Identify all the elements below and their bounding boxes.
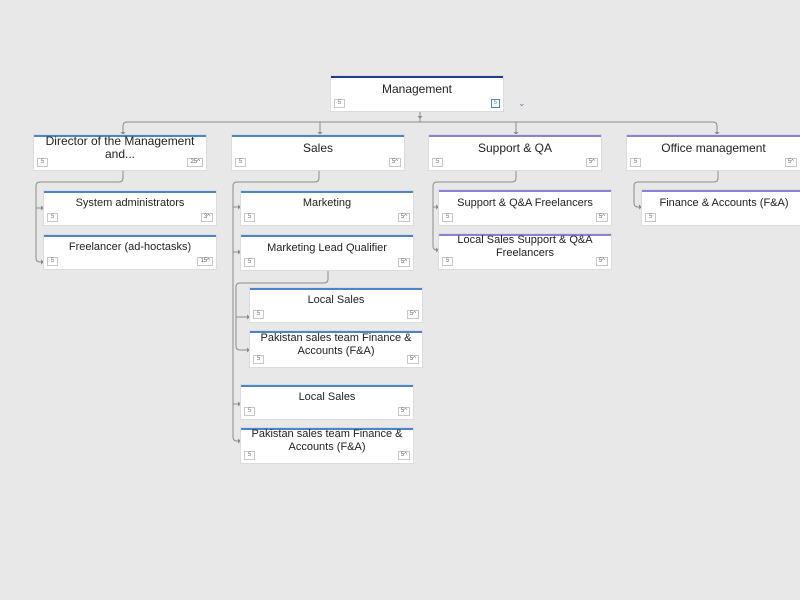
node-title: Support & QA (477, 140, 553, 155)
node-count-badge: 5 (244, 213, 255, 222)
node-count-badge: 5 (442, 257, 453, 266)
chevron-up-icon: ^ (197, 159, 200, 165)
node-count-badge: 5 (47, 213, 58, 222)
node-total-badge: 5 (490, 99, 500, 108)
node-count-badge: 5 (47, 257, 58, 266)
node-count-badge: 5 (235, 158, 246, 167)
org-node-support-qa-freelancers[interactable]: Support & Q&A Freelancers 5 5^ (439, 190, 611, 225)
org-node-pakistan-sales-team[interactable]: Pakistan sales team Finance & Accounts (… (241, 428, 413, 463)
chevron-up-icon: ^ (413, 311, 416, 317)
node-title: Local Sales (307, 294, 365, 306)
node-count-badge: 5 (442, 213, 453, 222)
node-total-badge[interactable]: 5^ (595, 213, 608, 222)
node-total-badge[interactable]: 3^ (200, 213, 213, 222)
node-total-badge[interactable]: 5^ (784, 158, 797, 167)
chevron-up-icon: ^ (404, 452, 407, 458)
node-title: Marketing Lead Qualifier (267, 241, 387, 254)
node-title: Pakistan sales team Finance & Accounts (… (251, 428, 403, 453)
chevron-down-icon[interactable]: ⌄ (518, 98, 526, 108)
chevron-up-icon: ^ (602, 214, 605, 220)
chevron-up-icon: ^ (413, 356, 416, 362)
chevron-up-icon: ^ (592, 159, 595, 165)
node-total-badge[interactable]: 5^ (595, 257, 608, 266)
node-count-badge: 5 (432, 158, 443, 167)
node-count-badge: 5 (334, 99, 345, 108)
org-node-local-sales-support-qa-freelancers[interactable]: Local Sales Support & Q&A Freelancers 5 … (439, 234, 611, 269)
node-total-badge[interactable]: 5^ (388, 158, 401, 167)
node-total-badge[interactable]: 5^ (397, 407, 410, 416)
node-total-badge[interactable]: 5^ (406, 355, 419, 364)
org-node-director[interactable]: Director of the Management and... 5 25^ (34, 135, 206, 170)
chevron-up-icon: ^ (404, 214, 407, 220)
node-title: Finance & Accounts (F&A) (659, 196, 789, 209)
node-count-badge: 5 (244, 258, 255, 267)
node-title: Freelancer (ad-hoctasks) (68, 241, 192, 253)
org-node-local-sales[interactable]: Local Sales 5 5^ (250, 288, 422, 322)
node-count-badge: 5 (244, 451, 255, 460)
node-title: Local Sales (298, 391, 356, 403)
node-title: Management (381, 81, 453, 96)
org-node-finance-accounts[interactable]: Finance & Accounts (F&A) 5 (642, 190, 800, 225)
node-title: Director of the Management and... (45, 134, 195, 161)
chevron-up-icon: ^ (207, 214, 210, 220)
node-total-badge[interactable]: 5^ (397, 451, 410, 460)
node-total-badge[interactable]: 5^ (406, 310, 419, 319)
org-node-office-management[interactable]: Office management 5 5^ (627, 135, 800, 170)
node-title: System administrators (75, 197, 185, 209)
node-count-badge: 5 (645, 213, 656, 222)
node-title: Office management (661, 140, 766, 155)
node-total-badge[interactable]: 5^ (397, 258, 410, 267)
chevron-up-icon: ^ (404, 259, 407, 265)
node-count-badge: 5 (37, 158, 48, 167)
org-node-pakistan-sales-team[interactable]: Pakistan sales team Finance & Accounts (… (250, 331, 422, 367)
node-count-badge: 5 (630, 158, 641, 167)
node-count-badge: 5 (244, 407, 255, 416)
node-title: Local Sales Support & Q&A Freelancers (457, 234, 593, 259)
org-node-system-administrators[interactable]: System administrators 5 3^ (44, 191, 216, 225)
chevron-up-icon: ^ (404, 408, 407, 414)
org-node-marketing-lead-qualifier[interactable]: Marketing Lead Qualifier 5 5^ (241, 235, 413, 270)
org-node-support-qa[interactable]: Support & QA 5 5^ (429, 135, 601, 170)
chevron-up-icon: ^ (602, 258, 605, 264)
node-title: Marketing (302, 197, 352, 209)
node-title: Sales (302, 140, 334, 155)
node-title: Support & Q&A Freelancers (457, 196, 593, 209)
node-total-badge[interactable]: 15^ (197, 257, 213, 266)
node-total-badge[interactable]: 25^ (187, 158, 203, 167)
node-total-badge[interactable]: 5^ (397, 213, 410, 222)
chevron-up-icon: ^ (791, 159, 794, 165)
node-count-badge: 5 (253, 355, 264, 364)
node-title: Pakistan sales team Finance & Accounts (… (260, 331, 412, 357)
chevron-up-icon: ^ (207, 258, 210, 264)
node-count-badge: 5 (253, 310, 264, 319)
org-node-management[interactable]: Management 5 5 (331, 76, 503, 111)
org-node-freelancer[interactable]: Freelancer (ad-hoctasks) 5 15^ (44, 235, 216, 269)
chevron-up-icon: ^ (395, 159, 398, 165)
org-node-marketing[interactable]: Marketing 5 5^ (241, 191, 413, 225)
org-node-sales[interactable]: Sales 5 5^ (232, 135, 404, 170)
node-total-badge[interactable]: 5^ (585, 158, 598, 167)
org-node-local-sales[interactable]: Local Sales 5 5^ (241, 385, 413, 419)
